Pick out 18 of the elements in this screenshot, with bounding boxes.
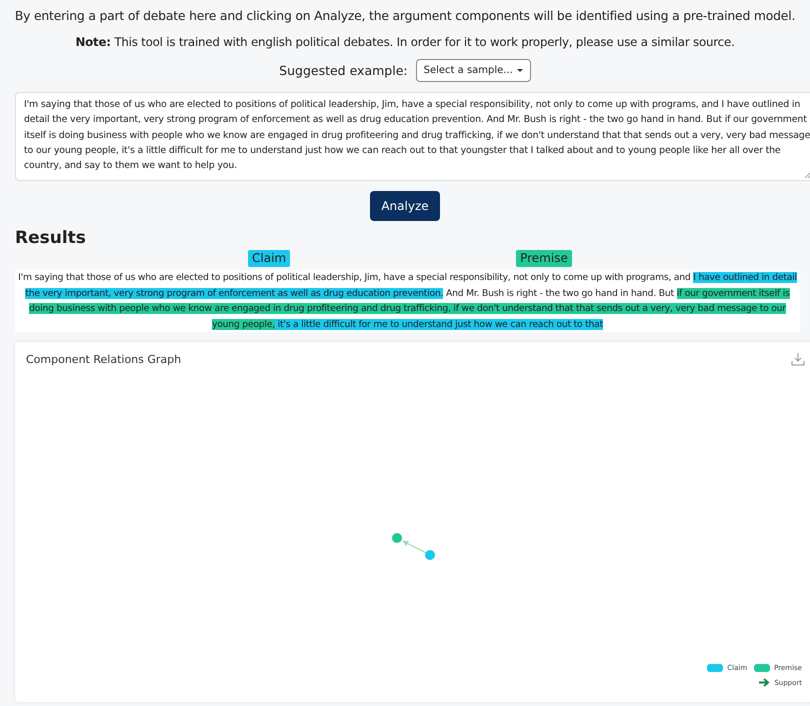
graph-node[interactable] [425,550,435,560]
sample-label: Suggested example: [279,63,408,78]
intro-text: By entering a part of debate here and clicking on Analyze, the argument components will be identified using a pre-trained model. [14,7,796,23]
download-icon[interactable] [791,352,805,366]
results-heading: Results [15,228,87,248]
graph-title: Component Relations Graph [26,352,182,366]
note-text: Note: This tool is trained with english political debates. In order for it to work properly, please use a similar source. [74,35,736,49]
debate-input-field[interactable]: I'm saying that those of us who are elected to positions of political leadership, Jim, have a special responsibility, not only to come up with programs, and I have outlined in detail the very important, very strong program of enforcement as well as drug education prevention. And Mr. Bush is right - the two go hand in hand. But if our government itself is doing business with people who we know are engaged in drug profiteering and drug trafficking, if we don't understand that that sends out a very, very bad message to our young people, it's a little difficult for me to understand just how we can reach out to that youngster that I talked about and to young people like her all over the country, and say to them we want to help you. [15,92,810,181]
support-arrow [402,540,426,554]
legend-tag: Claim [248,250,290,267]
analyze-button[interactable]: Analyze [370,191,440,221]
legend-tag: Premise [516,250,572,267]
arrow-icon [759,678,770,687]
caret-icon [516,68,523,72]
resize-handle-icon[interactable] [804,170,810,178]
graph-node[interactable] [392,533,402,543]
annotated-text: I'm saying that those of us who are elected to positions of political leadership, Jim, have a special responsibility, not only to come up with programs, and I have outlined in detail the very important, very strong program of enforcement as well as drug education prevention. And Mr. Bush is right - the two go hand in hand. But if our government itself is doing business with people who we know are engaged in drug profiteering and drug trafficking, if we don't understand that that sends out a very, very bad message to our young people, it's a little difficult for me to understand just how we can reach out to that [15,270,800,332]
sample-dropdown[interactable]: Select a sample... [416,59,531,82]
